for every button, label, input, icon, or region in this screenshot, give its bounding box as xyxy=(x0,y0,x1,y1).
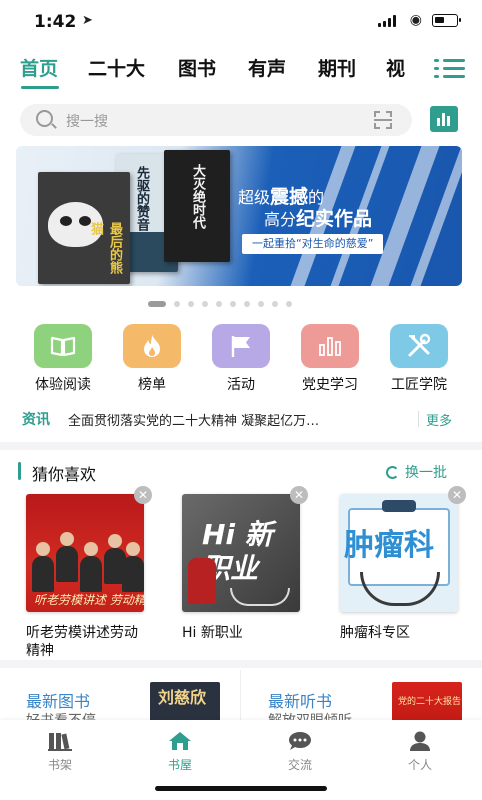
dismiss-icon[interactable]: ✕ xyxy=(448,486,466,504)
home-icon xyxy=(167,730,193,752)
news-label: 资讯 xyxy=(22,412,50,428)
news-ticker[interactable]: 资讯 全面贯彻落实党的二十大精神 凝聚起亿万… 更多 xyxy=(0,403,482,433)
bookshelf-icon xyxy=(47,730,73,752)
section-title: 猜你喜欢 xyxy=(32,465,97,484)
status-bar: 1:42 ➤ ◉ xyxy=(0,0,482,44)
flame-icon xyxy=(123,324,181,368)
recommendation-card[interactable]: Hi 新职业 ✕ Hi 新职业 xyxy=(182,486,308,642)
tab-books[interactable]: 图书 xyxy=(178,54,216,81)
person-icon xyxy=(407,730,433,752)
search-icon xyxy=(36,110,53,127)
cellular-signal-icon xyxy=(378,15,396,27)
battery-icon xyxy=(432,14,461,27)
section-accent-bar xyxy=(18,462,21,480)
tab-audio[interactable]: 有声 xyxy=(248,54,286,81)
carousel-dot[interactable] xyxy=(148,301,166,307)
status-time: 1:42 xyxy=(34,12,77,32)
card-title: 听老劳模讲述劳动精神 xyxy=(26,625,138,659)
refresh-button[interactable]: 换一批 xyxy=(386,462,447,482)
search-input[interactable]: 搜一搜 xyxy=(20,104,412,136)
dismiss-icon[interactable]: ✕ xyxy=(290,486,308,504)
home-indicator xyxy=(155,786,327,791)
wifi-icon: ◉ xyxy=(409,12,422,28)
carousel-dot[interactable] xyxy=(272,301,278,307)
tab-video[interactable]: 视 xyxy=(386,54,405,81)
quick-item-craftsman-academy[interactable]: 工匠学院 xyxy=(374,324,464,394)
tab-journals[interactable]: 期刊 xyxy=(318,54,356,81)
news-headline[interactable]: 全面贯彻落实党的二十大精神 凝聚起亿万… xyxy=(68,410,414,429)
category-menu-icon[interactable] xyxy=(430,54,472,84)
tools-icon xyxy=(390,324,448,368)
quick-item-rankings[interactable]: 榜单 xyxy=(107,324,197,394)
tab-bookshelf[interactable]: 书架 xyxy=(30,730,90,773)
carousel-dot[interactable] xyxy=(202,301,208,307)
search-placeholder: 搜一搜 xyxy=(66,114,108,130)
bar-chart-icon xyxy=(301,324,359,368)
section-divider xyxy=(0,660,482,668)
tab-home[interactable]: 首页 xyxy=(20,54,58,81)
tab-20th-congress[interactable]: 二十大 xyxy=(88,54,145,81)
carousel-dot[interactable] xyxy=(188,301,194,307)
book-cover: 最后的熊猫 xyxy=(38,172,130,284)
card-cover: 肿瘤科 xyxy=(340,494,458,612)
book-open-icon xyxy=(34,324,92,368)
flag-icon xyxy=(212,324,270,368)
carousel-indicator xyxy=(148,301,292,307)
card-title: 肿瘤科专区 xyxy=(340,625,410,641)
top-tab-bar: 首页 二十大 图书 有声 期刊 视 xyxy=(0,50,482,90)
tab-profile[interactable]: 个人 xyxy=(390,730,450,773)
promo-banner[interactable]: 先驱的赞音 大灭绝时代 最后的熊猫 超级震撼的 高分纪实作品 一起重拾“对生命的… xyxy=(16,146,462,286)
carousel-dot[interactable] xyxy=(286,301,292,307)
active-tab-indicator xyxy=(21,86,59,89)
location-arrow-icon: ➤ xyxy=(82,13,93,28)
tab-community[interactable]: 交流 xyxy=(270,730,330,773)
quick-access-grid: 体验阅读 榜单 活动 党史学习 工匠学院 xyxy=(0,324,482,394)
card-cover: Hi 新职业 xyxy=(182,494,300,612)
section-divider xyxy=(0,442,482,450)
refresh-icon xyxy=(386,466,399,479)
carousel-dot[interactable] xyxy=(216,301,222,307)
carousel-dot[interactable] xyxy=(244,301,250,307)
recommendation-card[interactable]: 肿瘤科 ✕ 肿瘤科专区 xyxy=(340,486,466,642)
ranking-chart-icon[interactable] xyxy=(430,106,458,132)
carousel-dot[interactable] xyxy=(258,301,264,307)
news-more-link[interactable]: 更多 xyxy=(426,410,452,429)
carousel-dot[interactable] xyxy=(174,301,180,307)
quick-item-activities[interactable]: 活动 xyxy=(196,324,286,394)
banner-tagline: 一起重拾“对生命的慈爱” xyxy=(242,234,384,254)
quick-item-party-history[interactable]: 党史学习 xyxy=(285,324,375,394)
quick-item-experience-reading[interactable]: 体验阅读 xyxy=(18,324,108,394)
tab-bookhouse[interactable]: 书屋 xyxy=(150,730,210,773)
card-cover: 听老劳模讲述 劳动精神 xyxy=(26,494,144,612)
recommendation-card[interactable]: 听老劳模讲述 劳动精神 ✕ 听老劳模讲述劳动精神 xyxy=(26,486,152,660)
banner-headline-2: 高分纪实作品 xyxy=(264,208,373,230)
chat-icon xyxy=(287,730,313,752)
scan-icon[interactable] xyxy=(374,111,392,129)
card-title: Hi 新职业 xyxy=(182,625,243,641)
book-cover: 大灭绝时代 xyxy=(164,150,230,262)
dismiss-icon[interactable]: ✕ xyxy=(134,486,152,504)
carousel-dot[interactable] xyxy=(230,301,236,307)
